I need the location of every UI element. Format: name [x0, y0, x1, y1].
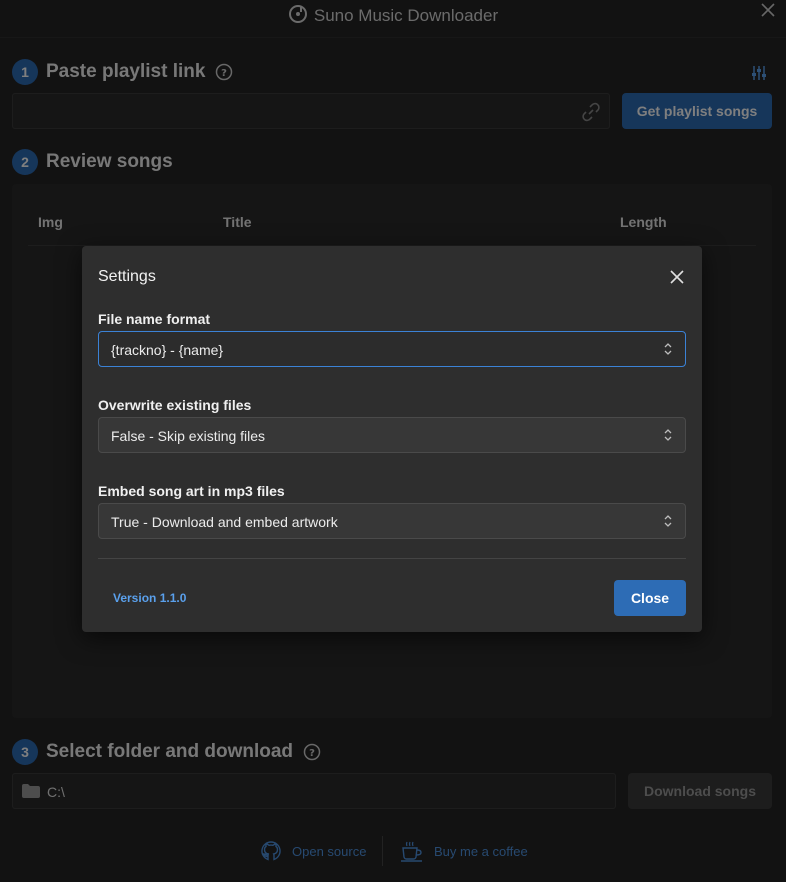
file-name-format-label: File name format: [98, 311, 211, 327]
dialog-divider: [98, 558, 686, 559]
file-name-format-select[interactable]: {trackno} - {name}: [98, 331, 686, 367]
close-button[interactable]: Close: [614, 580, 686, 616]
chevron-updown-icon: [663, 342, 673, 356]
app-window: Suno Music Downloader 1 Paste playlist l…: [0, 0, 786, 882]
chevron-updown-icon: [663, 428, 673, 442]
close-icon[interactable]: [668, 268, 686, 286]
overwrite-existing-files-label: Overwrite existing files: [98, 397, 252, 413]
select-value: {trackno} - {name}: [111, 342, 224, 358]
embed-song-art-label: Embed song art in mp3 files: [98, 483, 285, 499]
select-value: False - Skip existing files: [111, 428, 266, 444]
embed-song-art-select[interactable]: True - Download and embed artwork: [98, 503, 686, 539]
overwrite-existing-files-select[interactable]: False - Skip existing files: [98, 417, 686, 453]
dialog-title: Settings: [98, 268, 156, 285]
chevron-updown-icon: [663, 514, 673, 528]
version-link[interactable]: Version 1.1.0: [113, 591, 186, 605]
select-value: True - Download and embed artwork: [111, 514, 338, 530]
settings-dialog: Settings File name format {trackno} - {n…: [82, 246, 702, 632]
